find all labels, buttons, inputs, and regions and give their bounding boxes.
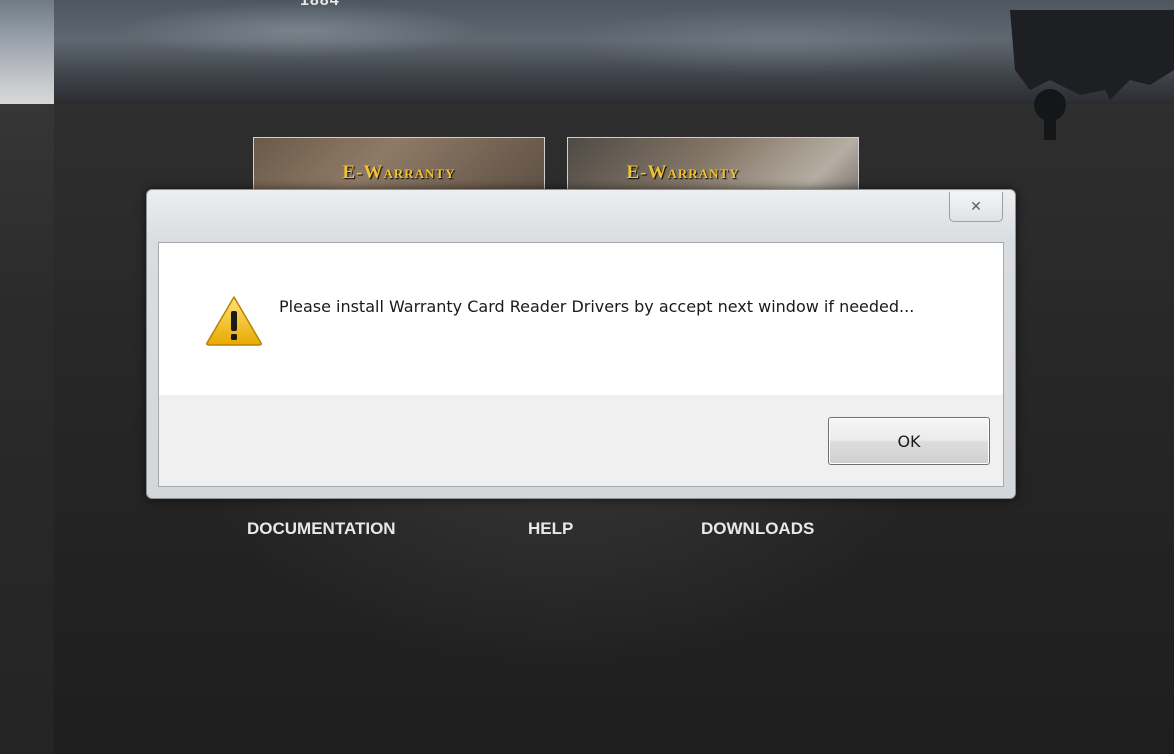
- tile-title: E-Warranty: [342, 162, 456, 183]
- nav-help-link[interactable]: HELP: [528, 519, 573, 539]
- background-left-strip: [0, 0, 54, 754]
- dialog-message-area: Please install Warranty Card Reader Driv…: [159, 243, 1003, 395]
- dialog-message: Please install Warranty Card Reader Driv…: [279, 297, 915, 316]
- bottom-nav: DOCUMENTATION HELP DOWNLOADS: [0, 519, 1174, 543]
- tile-title: E-Warranty: [626, 162, 740, 183]
- header-banner: 1884: [0, 0, 1174, 104]
- ok-button[interactable]: OK: [828, 417, 990, 465]
- banner-left-image: [0, 0, 54, 104]
- nav-documentation-link[interactable]: DOCUMENTATION: [247, 519, 396, 539]
- dialog-close-button[interactable]: ✕: [949, 192, 1003, 222]
- jet-silhouette-image: [1010, 10, 1174, 140]
- warning-dialog: ✕ Please install Warranty Card Reader Dr…: [146, 189, 1016, 499]
- nav-downloads-link[interactable]: DOWNLOADS: [701, 519, 814, 539]
- banner-text: 1884: [300, 0, 340, 9]
- dialog-body: Please install Warranty Card Reader Driv…: [158, 242, 1004, 487]
- warning-icon: [206, 296, 262, 346]
- close-icon: ✕: [970, 198, 982, 215]
